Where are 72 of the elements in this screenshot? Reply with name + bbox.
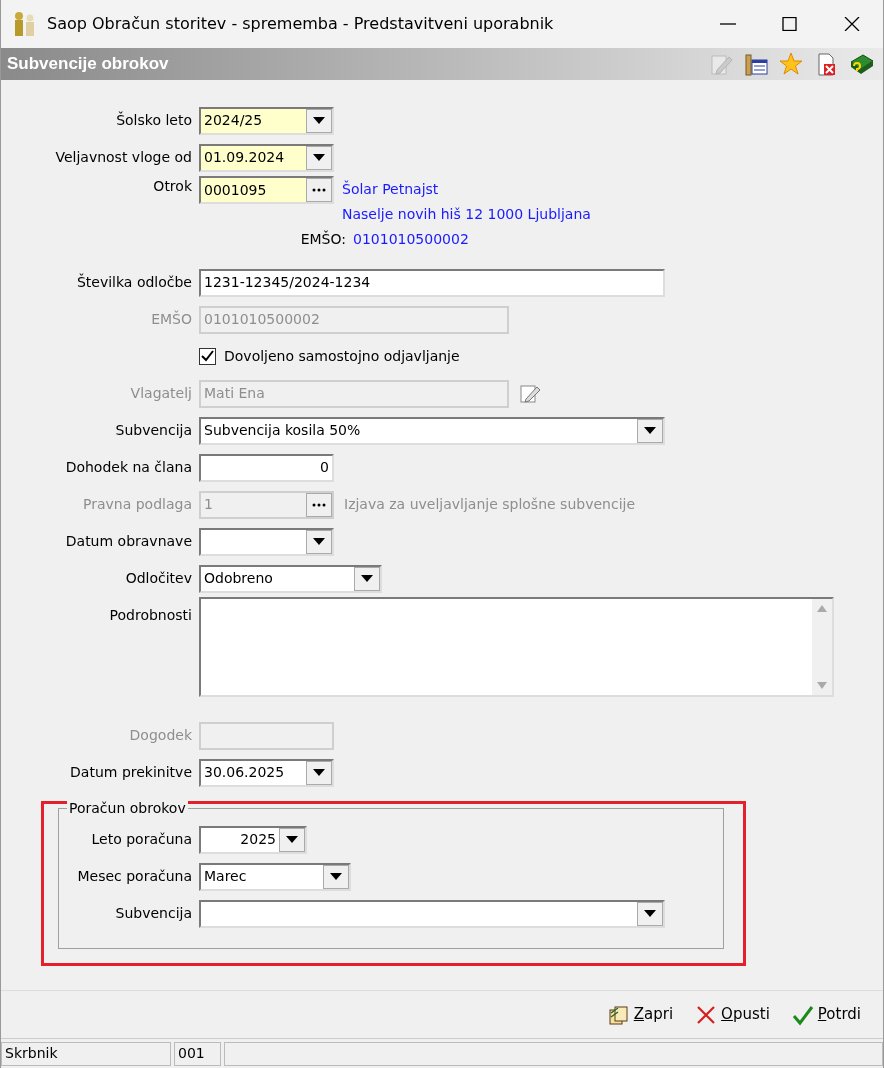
dropdown-field[interactable]: 2025 bbox=[199, 825, 307, 854]
field-label: Veljavnost vloge od bbox=[54, 148, 193, 167]
caret-icon bbox=[313, 538, 325, 545]
dropdown-button[interactable] bbox=[306, 108, 332, 133]
dropdown-field[interactable]: Subvencija kosila 50% bbox=[199, 416, 665, 445]
dropdown-field[interactable]: 30.06.2025 bbox=[199, 758, 334, 787]
caret-icon bbox=[313, 154, 325, 161]
caret-icon bbox=[330, 873, 342, 880]
field-label: Dogodek bbox=[128, 726, 193, 745]
field-label: Odločitev bbox=[124, 569, 193, 588]
child-name-link[interactable]: Šolar Petnajst bbox=[342, 177, 591, 202]
dropdown-field[interactable] bbox=[199, 527, 334, 556]
lookup-field[interactable]: 0001095 bbox=[199, 176, 334, 204]
cancel-button[interactable]: Opusti bbox=[693, 1001, 772, 1028]
checkbox[interactable] bbox=[199, 348, 216, 365]
minimize-icon bbox=[720, 23, 736, 25]
form-title: Subvencije obrokov bbox=[7, 53, 170, 76]
field-label: EMŠO bbox=[150, 309, 193, 329]
caret-icon bbox=[313, 117, 325, 124]
field-label: Dohodek na člana bbox=[64, 458, 193, 477]
field-label: Številka odločbe bbox=[75, 272, 193, 292]
hint-text: Izjava za uveljavljanje splošne subvencije bbox=[344, 495, 636, 514]
dropdown-field[interactable]: 2024/25 bbox=[199, 106, 334, 135]
caret-icon bbox=[644, 910, 656, 917]
table-icon[interactable] bbox=[743, 51, 769, 77]
ellipsis-icon bbox=[312, 502, 326, 507]
field-label: Mesec poračuna bbox=[76, 867, 193, 886]
dropdown-button[interactable] bbox=[279, 827, 305, 852]
field-label: Subvencija bbox=[114, 421, 193, 440]
dropdown-field[interactable] bbox=[199, 899, 665, 928]
ellipsis-icon bbox=[312, 188, 326, 192]
dropdown-button[interactable] bbox=[354, 566, 380, 591]
input-field[interactable]: 0 bbox=[199, 453, 334, 482]
check-icon bbox=[791, 1003, 814, 1026]
close-button[interactable]: Zapri bbox=[605, 1001, 676, 1028]
status-text: 001 bbox=[174, 1041, 221, 1066]
app-icon bbox=[13, 11, 37, 37]
checkbox-label[interactable]: Dovoljeno samostojno odjavljanje bbox=[224, 346, 460, 367]
status-text: Skrbnik bbox=[1, 1041, 171, 1066]
star-icon[interactable] bbox=[778, 51, 804, 77]
field-label: Leto poračuna bbox=[90, 830, 193, 849]
dropdown-button[interactable] bbox=[323, 864, 349, 889]
maximize-icon bbox=[782, 17, 798, 31]
window-title: Saop Obračun storitev - sprememba - Predstavitveni uporabnik bbox=[47, 13, 554, 35]
dropdown-button[interactable] bbox=[637, 901, 663, 926]
field-label: Vlagatelj bbox=[129, 384, 193, 403]
dropdown-button[interactable] bbox=[306, 760, 332, 785]
dropdown-field[interactable]: 01.09.2024 bbox=[199, 143, 334, 172]
field-label: Otrok bbox=[152, 177, 193, 196]
emso-value: 0101010500002 bbox=[353, 230, 469, 249]
caret-icon bbox=[644, 427, 656, 434]
memo-field[interactable] bbox=[199, 597, 834, 697]
dropdown-field[interactable]: Marec bbox=[199, 862, 351, 891]
address-text: Naselje novih hiš 12 1000 Ljubljana bbox=[342, 205, 591, 224]
caret-icon bbox=[286, 836, 298, 843]
dropdown-button[interactable] bbox=[637, 418, 663, 443]
input-field[interactable]: 1231-12345/2024-1234 bbox=[199, 268, 665, 297]
browse-button[interactable] bbox=[306, 178, 332, 202]
field-label: Pravna podlaga bbox=[82, 495, 193, 514]
dropdown-button[interactable] bbox=[306, 529, 332, 554]
field-label: Subvencija bbox=[114, 904, 193, 923]
field-label: Šolsko leto bbox=[115, 110, 193, 130]
dropdown-field[interactable]: Odobreno bbox=[199, 564, 382, 593]
dropdown-button[interactable] bbox=[306, 145, 332, 170]
field-label: EMŠO: bbox=[299, 229, 347, 249]
confirm-button[interactable]: Potrdi bbox=[789, 1001, 863, 1028]
caret-icon bbox=[361, 575, 373, 582]
cancel-icon bbox=[695, 1003, 718, 1026]
field-label: Datum prekinitve bbox=[69, 763, 193, 782]
field-label: Datum obravnave bbox=[64, 532, 193, 551]
field-label: Podrobnosti bbox=[108, 606, 193, 625]
caret-icon bbox=[313, 769, 325, 776]
